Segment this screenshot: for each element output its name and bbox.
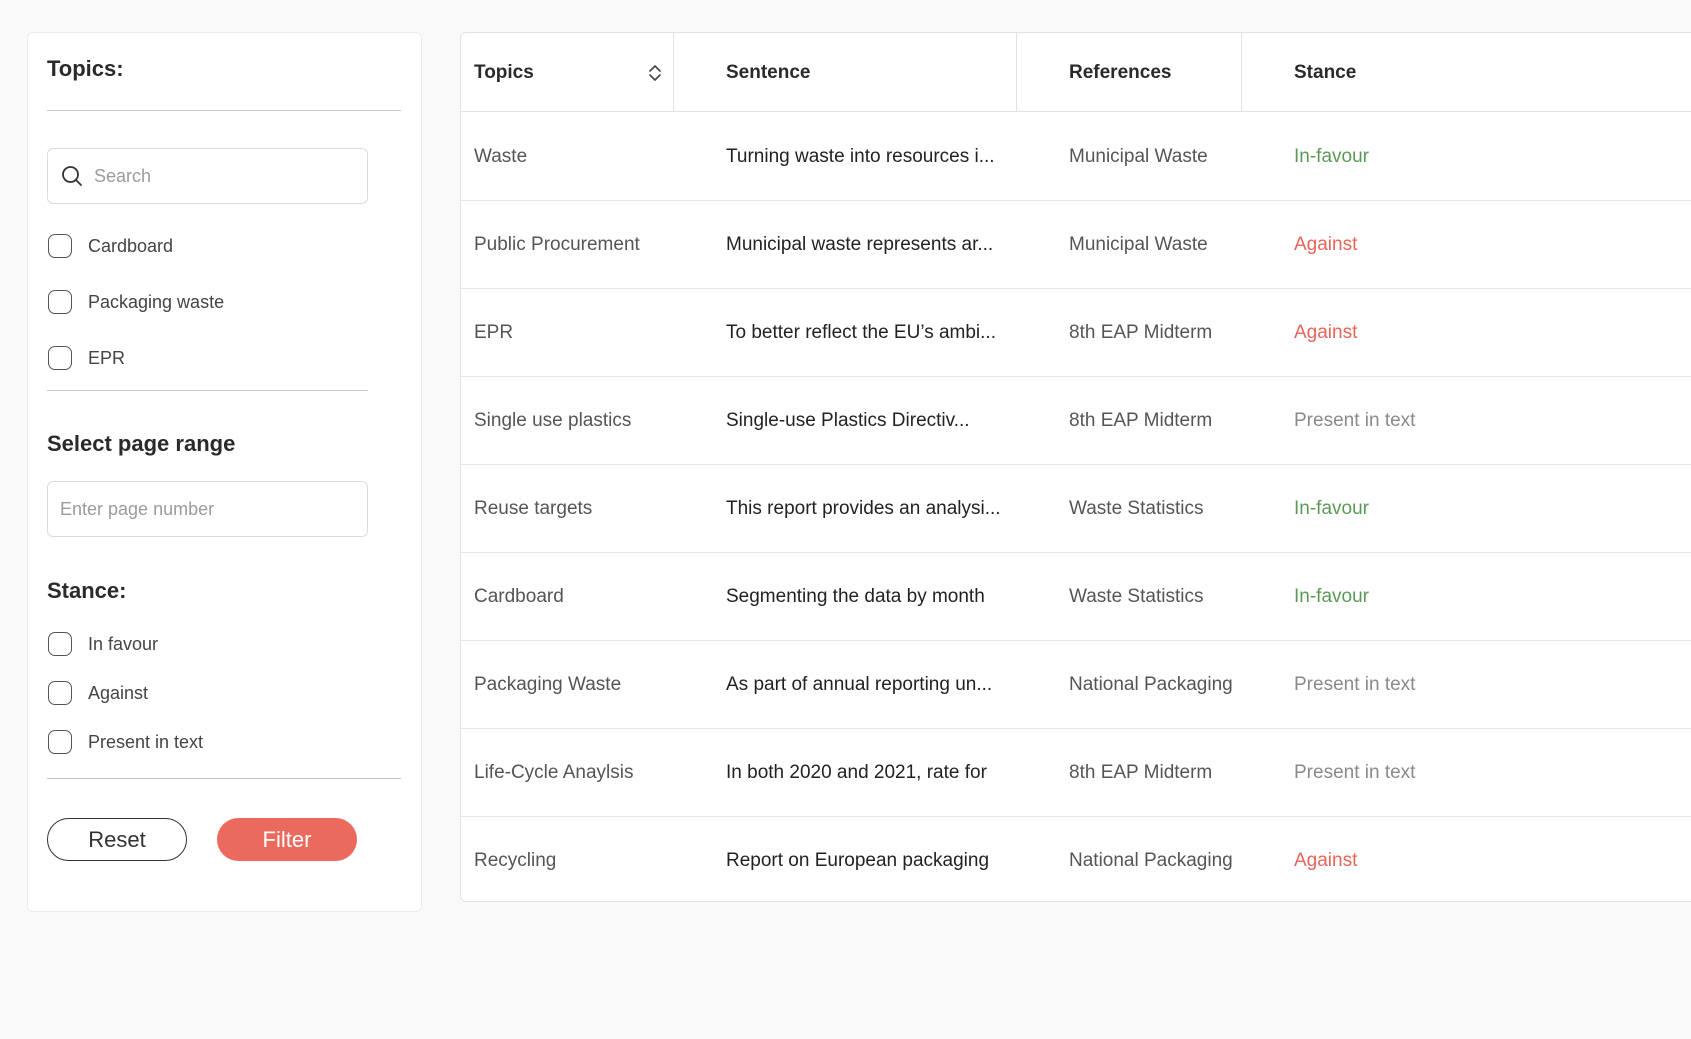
topic-checkbox-packaging-waste[interactable]: Packaging waste [48, 288, 224, 316]
topic-checkbox-label: Packaging waste [88, 291, 225, 312]
reference-cell: 8th EAP Midterm [1069, 410, 1213, 431]
topics-list-divider [47, 390, 368, 391]
stance-checkbox-label: In favour [88, 633, 159, 654]
table-row[interactable]: Life-Cycle Anaylsis In both 2020 and 2021… [461, 729, 1691, 817]
topic-cell: Waste [474, 146, 528, 167]
checkbox[interactable] [48, 681, 72, 705]
topic-cell: EPR [474, 322, 514, 343]
table-row[interactable]: Waste Turning waste into resources i... Mu… [461, 113, 1691, 201]
reference-cell: National Packaging [1069, 850, 1233, 871]
sentence-cell: Segmenting the data by month [726, 586, 985, 607]
reference-cell: Municipal Waste [1069, 234, 1208, 255]
topics-heading: Topics: [47, 56, 124, 81]
table-row[interactable]: EPR To better reflect the EU’s ambi... 8th… [461, 289, 1691, 377]
stance-cell: Present in text [1294, 762, 1416, 783]
stance-checkbox-label: Present in text [88, 731, 204, 752]
reset-button[interactable]: Reset [47, 818, 187, 861]
topic-cell: Public Procurement [474, 234, 640, 255]
stance-checkbox-label: Against [88, 682, 149, 703]
stance-checkbox-in-favour[interactable]: In favour [48, 630, 158, 658]
checkbox[interactable] [48, 290, 72, 314]
column-separator [673, 33, 674, 112]
column-separator [1016, 33, 1017, 112]
filter-button[interactable]: Filter [217, 818, 357, 861]
sentence-cell: As part of annual reporting un... [726, 674, 993, 695]
stance-cell: In-favour [1294, 146, 1369, 167]
reference-cell: 8th EAP Midterm [1069, 322, 1213, 343]
reference-cell: Municipal Waste [1069, 146, 1208, 167]
stance-checkbox-against[interactable]: Against [48, 679, 148, 707]
page-range-heading: Select page range [47, 431, 236, 456]
sentence-cell: This report provides an analysi... [726, 498, 1001, 519]
checkbox[interactable] [48, 730, 72, 754]
topic-cell: Recycling [474, 850, 557, 871]
search-icon [62, 166, 82, 186]
table-row[interactable]: Single use plastics Single-use Plastics D… [461, 377, 1691, 465]
column-header-references[interactable]: References [1069, 33, 1171, 112]
stance-checkbox-present-in-text[interactable]: Present in text [48, 728, 203, 756]
reference-cell: Waste Statistics [1069, 498, 1204, 519]
topic-checkbox-epr[interactable]: EPR [48, 344, 125, 372]
table-header: Topics Sentence References Stance [461, 33, 1691, 112]
checkbox[interactable] [48, 234, 72, 258]
topic-checkbox-cardboard[interactable]: Cardboard [48, 232, 173, 260]
column-separator [1241, 33, 1242, 112]
stance-cell: Against [1294, 234, 1358, 255]
topic-checkbox-label: EPR [88, 347, 126, 368]
table-row[interactable]: Recycling Report on European packaging Nat… [461, 817, 1691, 901]
checkbox[interactable] [48, 632, 72, 656]
table-row[interactable]: Cardboard Segmenting the data by month Was… [461, 553, 1691, 641]
filter-sidebar: Topics: Cardboard Packaging waste EPR Se… [27, 32, 422, 912]
table-row[interactable]: Public Procurement Municipal waste repres… [461, 201, 1691, 289]
stance-cell: Against [1294, 322, 1358, 343]
sentence-cell: Municipal waste represents ar... [726, 234, 994, 255]
sentence-cell: Turning waste into resources i... [726, 146, 995, 167]
topic-cell: Reuse targets [474, 498, 593, 519]
reference-cell: National Packaging [1069, 674, 1233, 695]
topics-divider [47, 110, 401, 111]
stance-cell: In-favour [1294, 586, 1369, 607]
page-number-box[interactable] [47, 481, 368, 537]
page-number-input[interactable] [60, 498, 350, 520]
topic-cell: Cardboard [474, 586, 564, 607]
column-header-stance[interactable]: Stance [1294, 33, 1356, 112]
topic-search-input[interactable] [94, 165, 354, 187]
stance-cell: Against [1294, 850, 1358, 871]
column-header-topics[interactable]: Topics [474, 33, 534, 112]
topic-checkbox-label: Cardboard [88, 235, 174, 256]
topic-cell: Packaging Waste [474, 674, 622, 695]
sort-icon[interactable] [648, 63, 662, 83]
checkbox[interactable] [48, 346, 72, 370]
column-header-sentence[interactable]: Sentence [726, 33, 810, 112]
stance-cell: Present in text [1294, 410, 1416, 431]
reference-cell: 8th EAP Midterm [1069, 762, 1213, 783]
sentence-cell: In both 2020 and 2021, rate for [726, 762, 987, 783]
table-row[interactable]: Packaging Waste As part of annual reporti… [461, 641, 1691, 729]
stance-cell: Present in text [1294, 674, 1416, 695]
reference-cell: Waste Statistics [1069, 586, 1204, 607]
topic-cell: Life-Cycle Anaylsis [474, 762, 634, 783]
stance-cell: In-favour [1294, 498, 1369, 519]
topic-search-box[interactable] [47, 148, 368, 204]
sentence-cell: Report on European packaging [726, 850, 990, 871]
stance-heading: Stance: [47, 578, 127, 603]
results-table: Topics Sentence References Stance Waste T… [460, 32, 1691, 902]
sentence-cell: To better reflect the EU’s ambi... [726, 322, 996, 343]
stance-divider [47, 778, 401, 779]
table-row[interactable]: Reuse targets This report provides an ana… [461, 465, 1691, 553]
topic-cell: Single use plastics [474, 410, 632, 431]
sentence-cell: Single-use Plastics Directiv... [726, 410, 970, 431]
